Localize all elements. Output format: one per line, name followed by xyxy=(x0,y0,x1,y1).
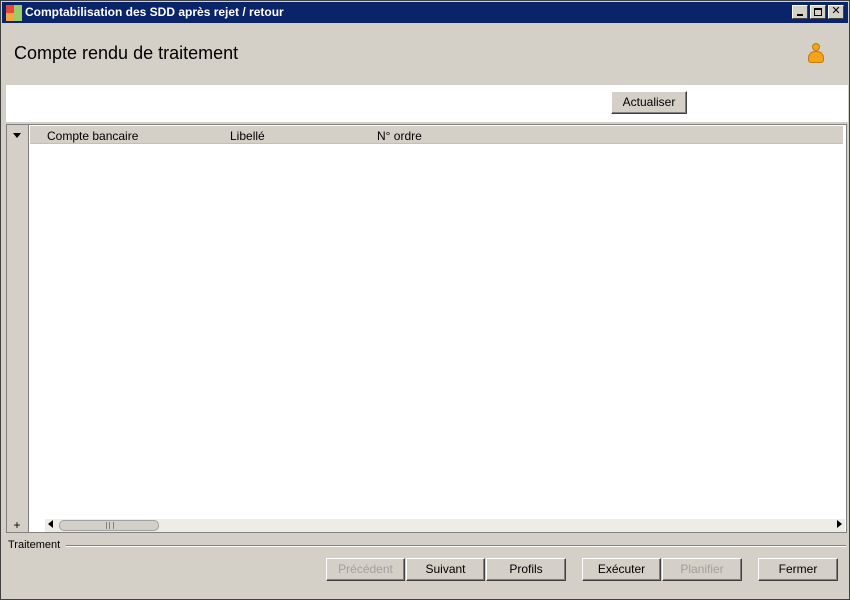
refresh-button[interactable]: Actualiser xyxy=(611,91,687,114)
horizontal-scrollbar[interactable] xyxy=(45,519,845,532)
column-header-numero-ordre[interactable]: N° ordre xyxy=(377,129,422,143)
maximize-icon xyxy=(814,8,822,16)
expand-plus-icon[interactable]: + xyxy=(10,519,24,531)
column-header-compte-bancaire[interactable]: Compte bancaire xyxy=(47,129,138,143)
application-window: Comptabilisation des SDD après rejet / r… xyxy=(0,0,850,600)
close-window-button[interactable]: ✕ xyxy=(828,5,844,19)
column-header-libelle[interactable]: Libellé xyxy=(230,129,265,143)
window-title: Comptabilisation des SDD après rejet / r… xyxy=(25,5,284,19)
dropdown-arrow-icon xyxy=(13,133,21,138)
schedule-button[interactable]: Planifier xyxy=(662,558,742,581)
grid-body[interactable] xyxy=(30,145,846,519)
toolbar: Actualiser xyxy=(6,85,848,122)
page-header: Compte rendu de traitement xyxy=(2,23,848,84)
close-button[interactable]: Fermer xyxy=(758,558,838,581)
page-title: Compte rendu de traitement xyxy=(14,43,239,63)
results-grid: + Compte bancaire Libellé N° ordre xyxy=(6,124,847,533)
maximize-button[interactable] xyxy=(810,5,826,19)
group-divider xyxy=(66,545,846,547)
scrollbar-thumb[interactable] xyxy=(59,520,159,531)
title-bar[interactable]: Comptabilisation des SDD après rejet / r… xyxy=(2,2,848,23)
minimize-icon xyxy=(797,14,803,16)
execute-button[interactable]: Exécuter xyxy=(582,558,661,581)
grip-icon xyxy=(106,522,114,529)
previous-button[interactable]: Précédent xyxy=(326,558,405,581)
scroll-right-icon[interactable] xyxy=(837,520,842,528)
column-chooser-dropdown[interactable] xyxy=(10,129,24,141)
row-header-column: + xyxy=(7,125,29,532)
grid-header: Compte bancaire Libellé N° ordre xyxy=(30,126,843,144)
user-icon[interactable] xyxy=(807,43,825,65)
scroll-left-icon[interactable] xyxy=(48,520,53,528)
close-icon: ✕ xyxy=(831,5,841,17)
next-button[interactable]: Suivant xyxy=(406,558,485,581)
window-controls: ✕ xyxy=(790,5,844,20)
profiles-button[interactable]: Profils xyxy=(486,558,566,581)
app-icon xyxy=(6,5,22,21)
status-group-label: Traitement xyxy=(8,539,64,551)
minimize-button[interactable] xyxy=(792,5,808,19)
